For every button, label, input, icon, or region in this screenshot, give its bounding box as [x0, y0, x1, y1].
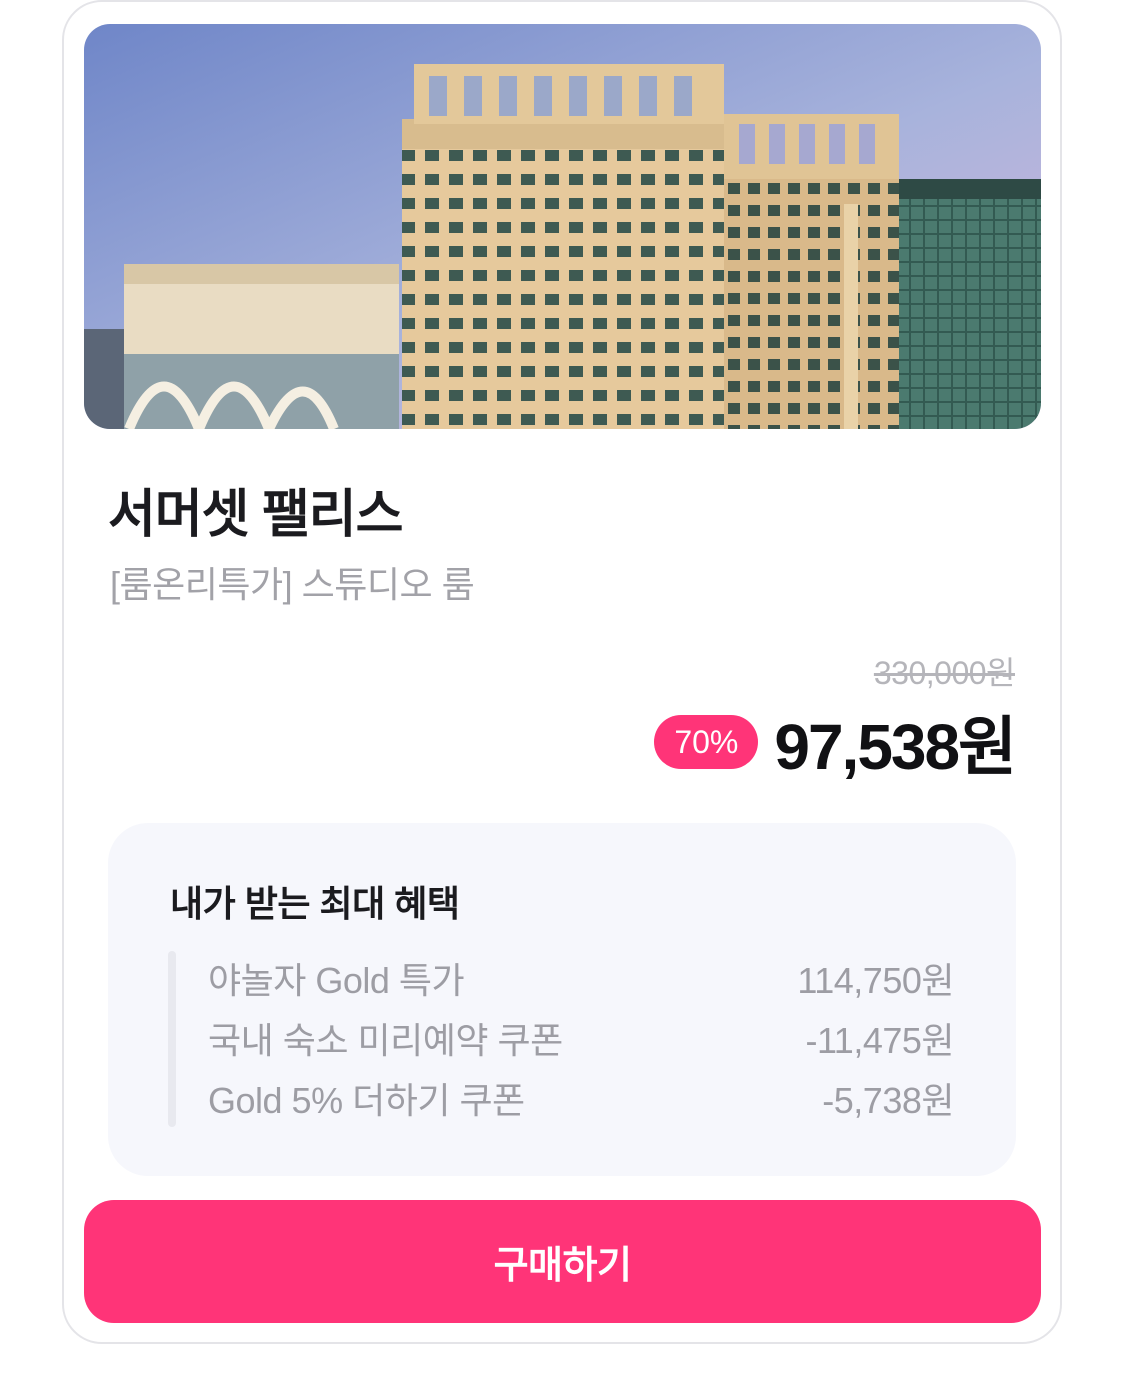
benefit-amount: 114,750원 — [797, 960, 954, 1001]
benefit-label: Gold 5% 더하기 쿠폰 — [208, 1080, 525, 1121]
room-name: [룸온리특가] 스튜디오 룸 — [110, 564, 475, 605]
benefit-label: 국내 숙소 미리예약 쿠폰 — [208, 1020, 563, 1061]
hotel-photo — [84, 24, 1041, 429]
price-row: 70% 97,538원 — [654, 702, 1017, 783]
benefit-summary: 내가 받는 최대 혜택 야놀자 Gold 특가 114,750원 국내 숙소 미… — [108, 823, 1016, 1176]
benefit-row: 야놀자 Gold 특가 114,750원 — [208, 948, 954, 1008]
benefit-row: Gold 5% 더하기 쿠폰 -5,738원 — [208, 1068, 954, 1128]
benefit-amount: -5,738원 — [822, 1080, 954, 1121]
hotel-name: 서머셋 팰리스 — [108, 486, 403, 544]
final-price: 97,538원 — [774, 711, 1017, 783]
discount-badge: 70% — [654, 714, 759, 770]
original-price: 330,000원 — [873, 655, 1016, 691]
buy-button[interactable]: 구매하기 — [84, 1200, 1041, 1323]
benefit-amount: -11,475원 — [805, 1020, 954, 1061]
benefit-label: 야놀자 Gold 특가 — [208, 960, 465, 1001]
benefit-row: 국내 숙소 미리예약 쿠폰 -11,475원 — [208, 1008, 954, 1068]
benefit-title: 내가 받는 최대 혜택 — [170, 883, 460, 924]
benefit-divider — [168, 951, 176, 1127]
